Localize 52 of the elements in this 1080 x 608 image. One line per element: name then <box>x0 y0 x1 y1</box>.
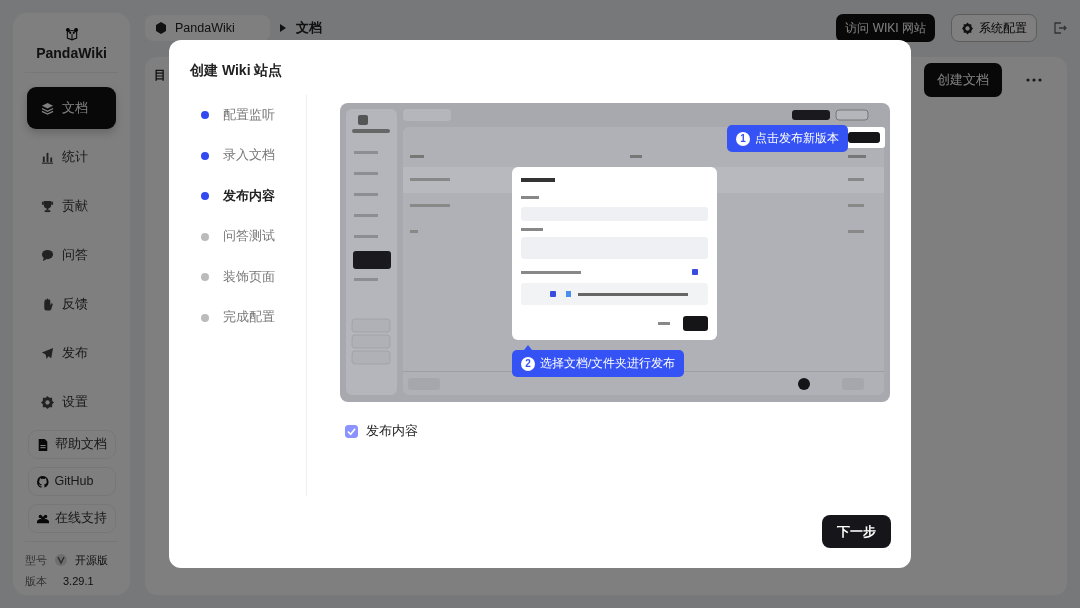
sidebar-item[interactable]: 统计 <box>27 136 116 178</box>
breadcrumb-current: 文档 <box>296 19 322 38</box>
version-text: 3.29.1 <box>63 573 94 589</box>
section-heading: 目 <box>154 67 166 84</box>
sidebar-item[interactable]: 文档 <box>27 87 116 129</box>
edition-label: 型号 <box>25 553 47 568</box>
app-name: PandaWiki <box>36 44 107 63</box>
sidebar-item[interactable]: 反馈 <box>27 283 116 325</box>
breadcrumb-pill[interactable]: PandaWiki <box>145 14 270 42</box>
sidebar-item[interactable]: 发布 <box>27 332 116 374</box>
edition-icon <box>55 554 67 567</box>
send-icon <box>41 346 54 360</box>
version-label: 版本 <box>25 573 47 589</box>
settings-icon <box>961 21 974 35</box>
document-icon <box>36 438 49 451</box>
step-label: 录入文档 <box>223 147 275 165</box>
visit-site-button[interactable]: 访问 WIKI 网站 <box>836 14 935 42</box>
logout-icon[interactable] <box>1053 21 1067 35</box>
github-icon <box>36 475 49 488</box>
step-label: 装饰页面 <box>223 268 275 286</box>
callout-text: 点击发布新版本 <box>755 130 839 146</box>
breadcrumb-text: PandaWiki <box>175 19 235 37</box>
people-icon <box>36 512 49 525</box>
caret-icon <box>280 24 286 32</box>
checkbox[interactable] <box>345 424 358 438</box>
dialog-title: 创建 Wiki 站点 <box>190 61 284 80</box>
layers-icon <box>41 101 54 115</box>
more-icon[interactable] <box>1026 77 1042 82</box>
next-button[interactable]: 下一步 <box>822 514 891 548</box>
sidebar-link[interactable]: GitHub <box>27 467 116 496</box>
step-label: 发布内容 <box>223 187 275 205</box>
settings-icon <box>41 395 54 409</box>
sidebar-link[interactable]: 帮助文档 <box>27 430 116 459</box>
trophy-icon <box>41 199 54 213</box>
sidebar-item[interactable]: 贡献 <box>27 185 116 227</box>
step-number: 1 <box>736 131 750 146</box>
bar-chart-icon <box>41 150 54 164</box>
step-number: 2 <box>521 356 535 371</box>
settings-button[interactable]: 系统配置 <box>951 14 1037 42</box>
step-label: 配置监听 <box>223 106 275 124</box>
edition-text: 开源版 <box>75 553 108 568</box>
hand-icon <box>41 297 54 311</box>
sidebar-item[interactable]: 设置 <box>27 381 116 423</box>
sidebar-link[interactable]: 在线支持 <box>27 504 116 533</box>
checkbox-label: 发布内容 <box>366 423 418 440</box>
step-label: 完成配置 <box>223 309 275 327</box>
sidebar-item[interactable]: 问答 <box>27 234 116 276</box>
chat-bubble-icon <box>41 248 54 262</box>
callout-text: 选择文档/文件夹进行发布 <box>540 355 676 371</box>
create-document-button[interactable]: 创建文档 <box>924 63 1002 97</box>
cube-icon <box>155 22 167 34</box>
step-label: 问答测试 <box>223 228 275 246</box>
